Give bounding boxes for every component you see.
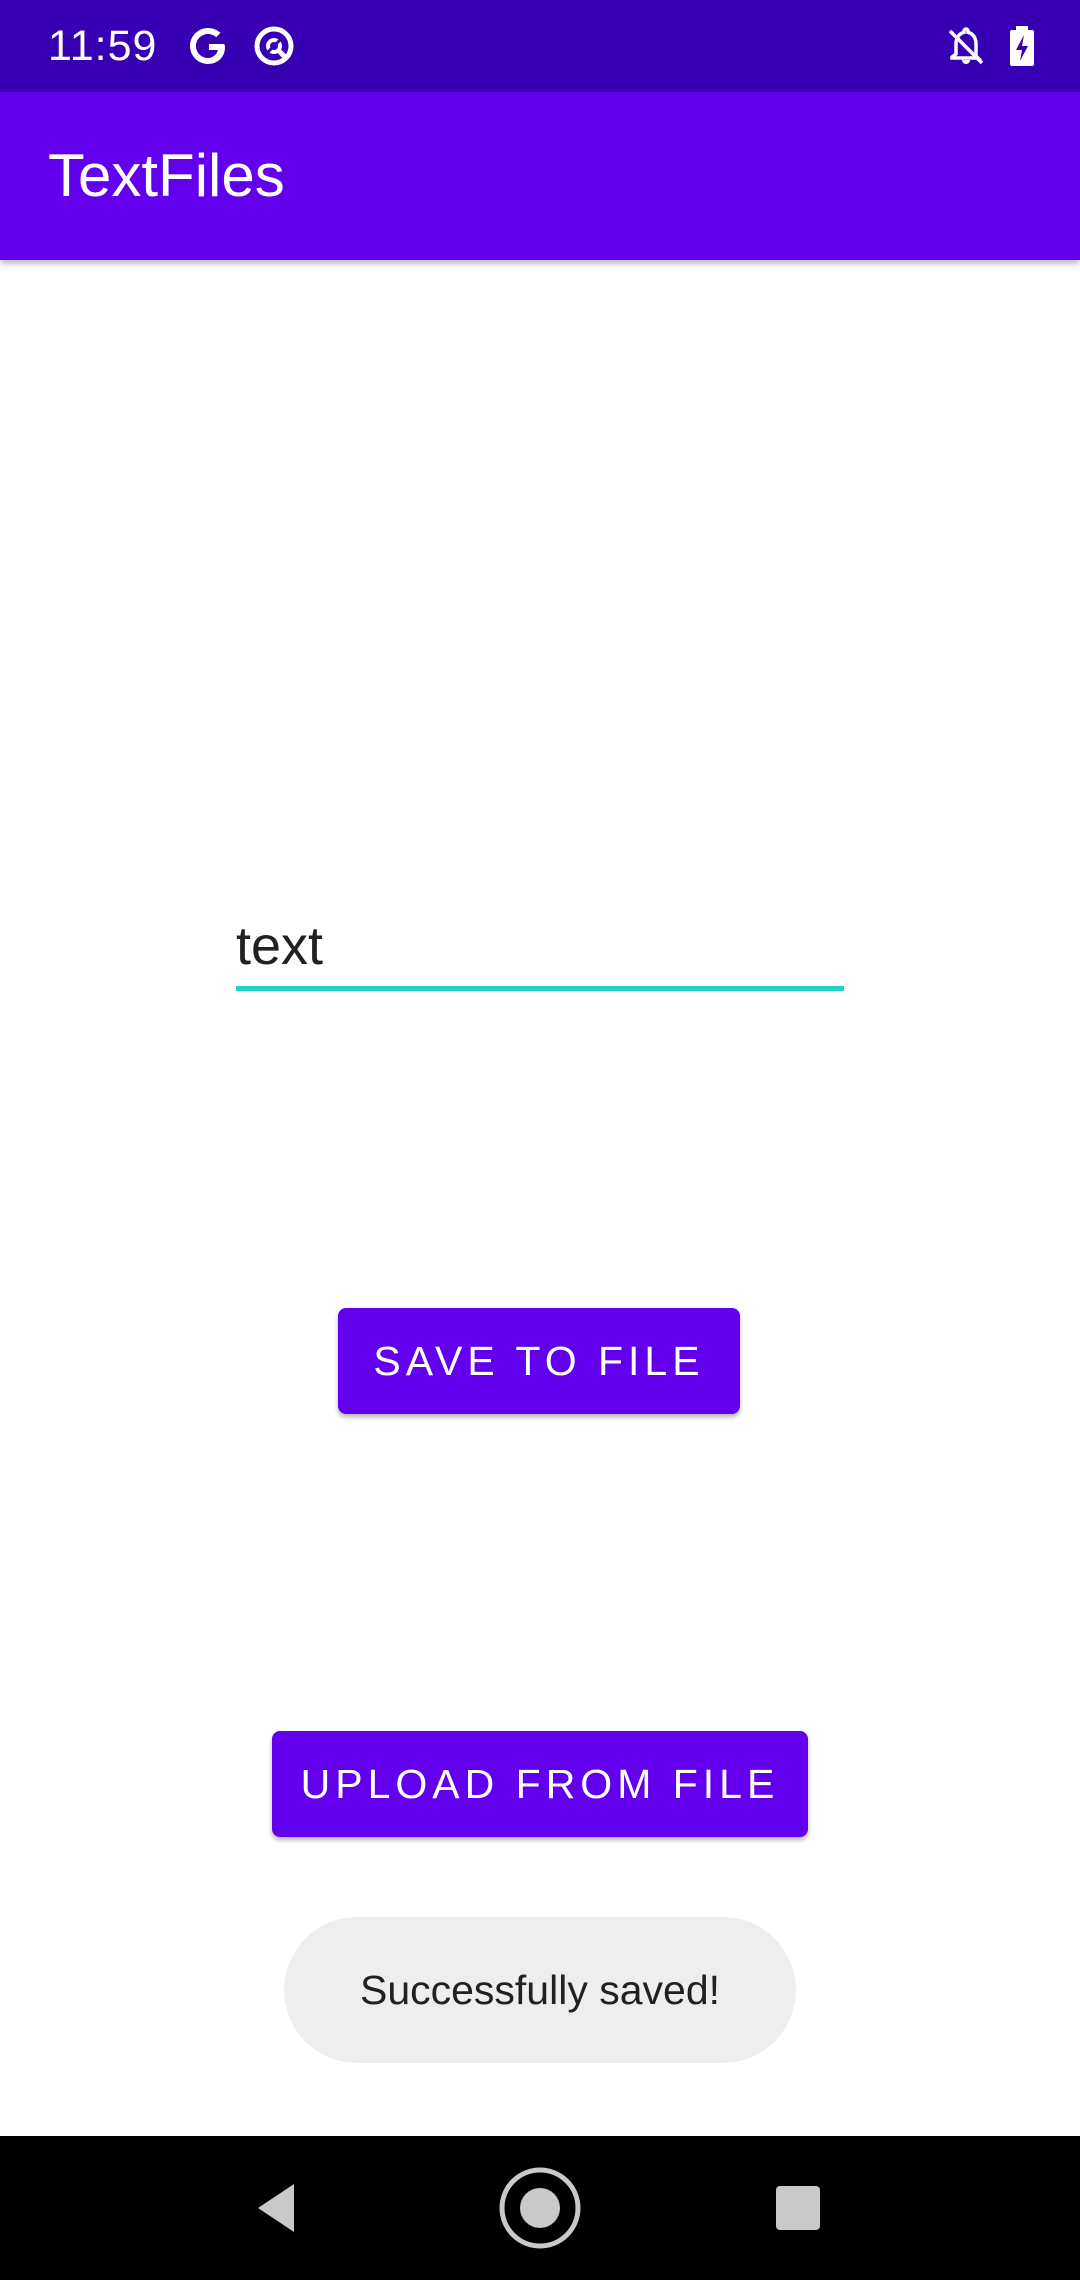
upload-from-file-button[interactable]: UPLOAD FROM FILE: [272, 1731, 808, 1837]
text-input[interactable]: [236, 908, 844, 984]
status-time: 11:59: [48, 22, 158, 70]
recents-icon[interactable]: [756, 2166, 840, 2250]
notifications-off-icon: [948, 27, 984, 65]
data-saver-icon: [254, 26, 294, 66]
home-icon[interactable]: [498, 2166, 582, 2250]
text-input-field: [236, 908, 844, 992]
save-to-file-button[interactable]: SAVE TO FILE: [338, 1308, 740, 1414]
back-icon[interactable]: [236, 2166, 320, 2250]
navigation-bar: [0, 2136, 1080, 2280]
toast-message: Successfully saved!: [284, 1917, 796, 2063]
app-bar: TextFiles: [0, 92, 1080, 260]
google-icon: [190, 28, 225, 64]
screen: 11:59 TextFiles SAVE TO FILE UPLOA: [0, 0, 1080, 2280]
battery-charging-icon: [1010, 26, 1034, 66]
status-bar: 11:59: [0, 0, 1080, 92]
app-title: TextFiles: [48, 142, 285, 209]
text-input-underline: [236, 986, 844, 991]
